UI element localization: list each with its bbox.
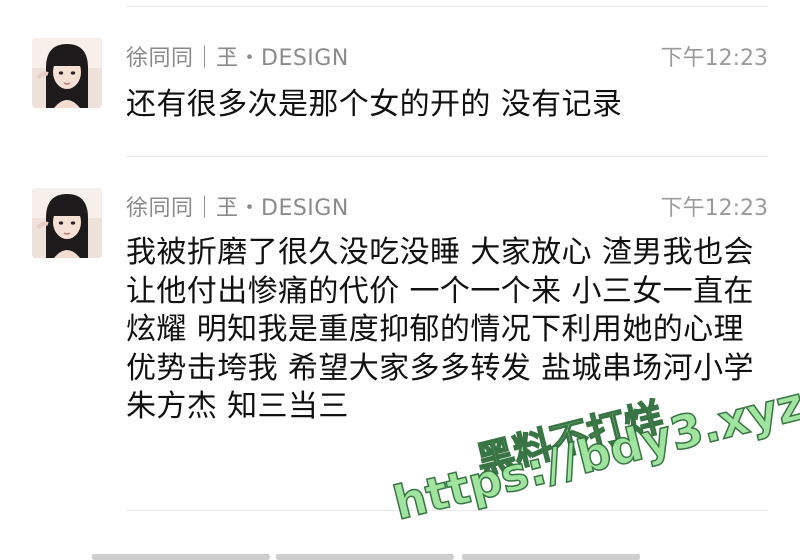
message-timestamp: 下午12:23 bbox=[660, 46, 768, 71]
divider bbox=[126, 6, 768, 7]
message-text: 我被折磨了很久没吃没睡 大家放心 渣男我也会让他付出惨痛的代价 一个一个来 小三… bbox=[126, 235, 754, 424]
message-text: 还有很多次是那个女的开的 没有记录 bbox=[126, 87, 623, 122]
toolbar-segment[interactable] bbox=[276, 554, 454, 560]
bottom-toolbar bbox=[0, 548, 800, 560]
toolbar-segment[interactable] bbox=[92, 554, 270, 560]
divider bbox=[126, 156, 768, 157]
avatar-photo-icon bbox=[32, 188, 102, 258]
toolbar-segment[interactable] bbox=[462, 554, 640, 560]
avatar[interactable] bbox=[32, 38, 102, 108]
message-timestamp: 下午12:23 bbox=[660, 196, 768, 221]
avatar[interactable] bbox=[32, 188, 102, 258]
sender-name[interactable]: 徐同同｜玊・DESIGN bbox=[126, 190, 349, 222]
chat-view: 徐同同｜玊・DESIGN 下午12:23 还有很多次是那个女的开的 没有记录 徐… bbox=[0, 0, 800, 560]
avatar-photo-icon bbox=[32, 38, 102, 108]
sender-name[interactable]: 徐同同｜玊・DESIGN bbox=[126, 40, 349, 72]
